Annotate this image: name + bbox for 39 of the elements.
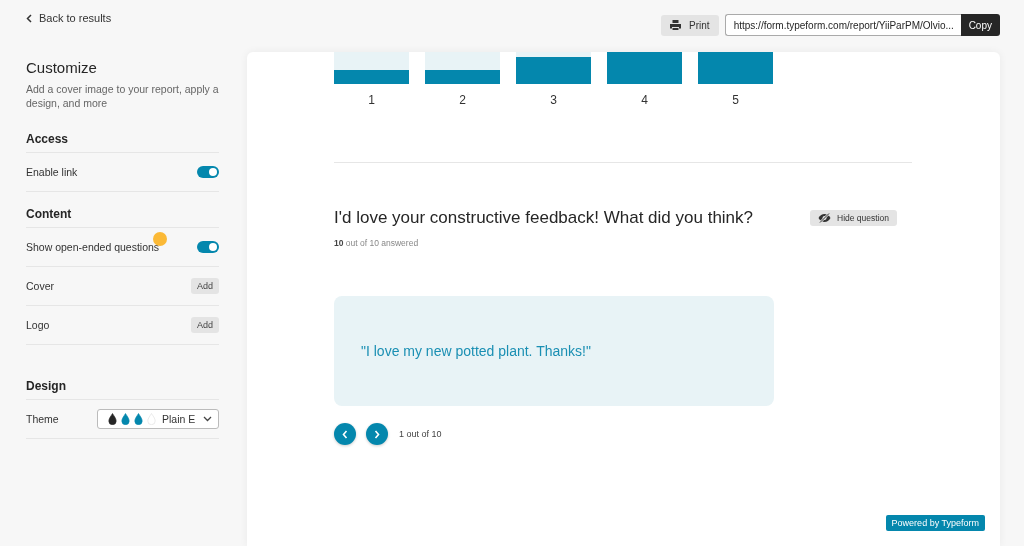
sidebar-title: Customize bbox=[26, 59, 98, 76]
url-field[interactable]: https://form.typeform.com/report/YiiParPM/Olvio... bbox=[724, 14, 961, 36]
add-button[interactable]: Add bbox=[191, 317, 219, 333]
setting-label: Enable link bbox=[26, 166, 78, 178]
rating-label: 2 bbox=[459, 93, 466, 107]
powered-by-badge[interactable]: Powered by Typeform bbox=[885, 515, 985, 531]
answer-text: "I love my new potted plant. Thanks!" bbox=[361, 343, 591, 359]
copy-button[interactable]: Copy bbox=[960, 14, 1000, 36]
pagination-text: 1 out of 10 bbox=[399, 429, 442, 439]
theme-name: Plain E bbox=[162, 413, 197, 425]
setting-label: Logo bbox=[26, 319, 50, 331]
chevron-down-icon bbox=[203, 416, 212, 422]
eye-slash-icon bbox=[818, 213, 831, 223]
rating-label: 3 bbox=[550, 93, 557, 107]
setting-label: Cover bbox=[26, 280, 54, 292]
rating-label: 5 bbox=[732, 93, 739, 107]
next-button[interactable] bbox=[366, 423, 388, 445]
setting-label: Theme bbox=[26, 413, 59, 425]
section-heading: Access bbox=[26, 132, 219, 153]
chevron-left-icon bbox=[26, 13, 32, 23]
question-title: I'd love your constructive feedback! What did you think? bbox=[334, 208, 754, 228]
section-heading: Design bbox=[26, 379, 219, 400]
rating-label: 4 bbox=[641, 93, 648, 107]
hide-question-button[interactable]: Hide question bbox=[810, 210, 897, 226]
print-button[interactable]: Print bbox=[661, 14, 719, 36]
back-link[interactable]: Back to results bbox=[26, 12, 112, 24]
answered-count: 10 out of 10 answered bbox=[334, 238, 420, 248]
toggle-switch[interactable] bbox=[197, 166, 219, 178]
add-button[interactable]: Add bbox=[191, 278, 219, 294]
section-heading: Content bbox=[26, 207, 219, 228]
printer-icon bbox=[670, 20, 682, 30]
toggle-switch[interactable] bbox=[197, 241, 219, 253]
theme-dropdown[interactable]: Plain E bbox=[97, 409, 219, 429]
setting-label: Show open-ended questions bbox=[26, 241, 160, 253]
rating-label: 1 bbox=[368, 93, 375, 107]
previous-button[interactable] bbox=[334, 423, 356, 445]
chevron-right-icon bbox=[374, 429, 380, 439]
sidebar-description: Add a cover image to your report, apply a design, and more bbox=[26, 82, 219, 110]
chevron-left-icon bbox=[342, 429, 348, 439]
